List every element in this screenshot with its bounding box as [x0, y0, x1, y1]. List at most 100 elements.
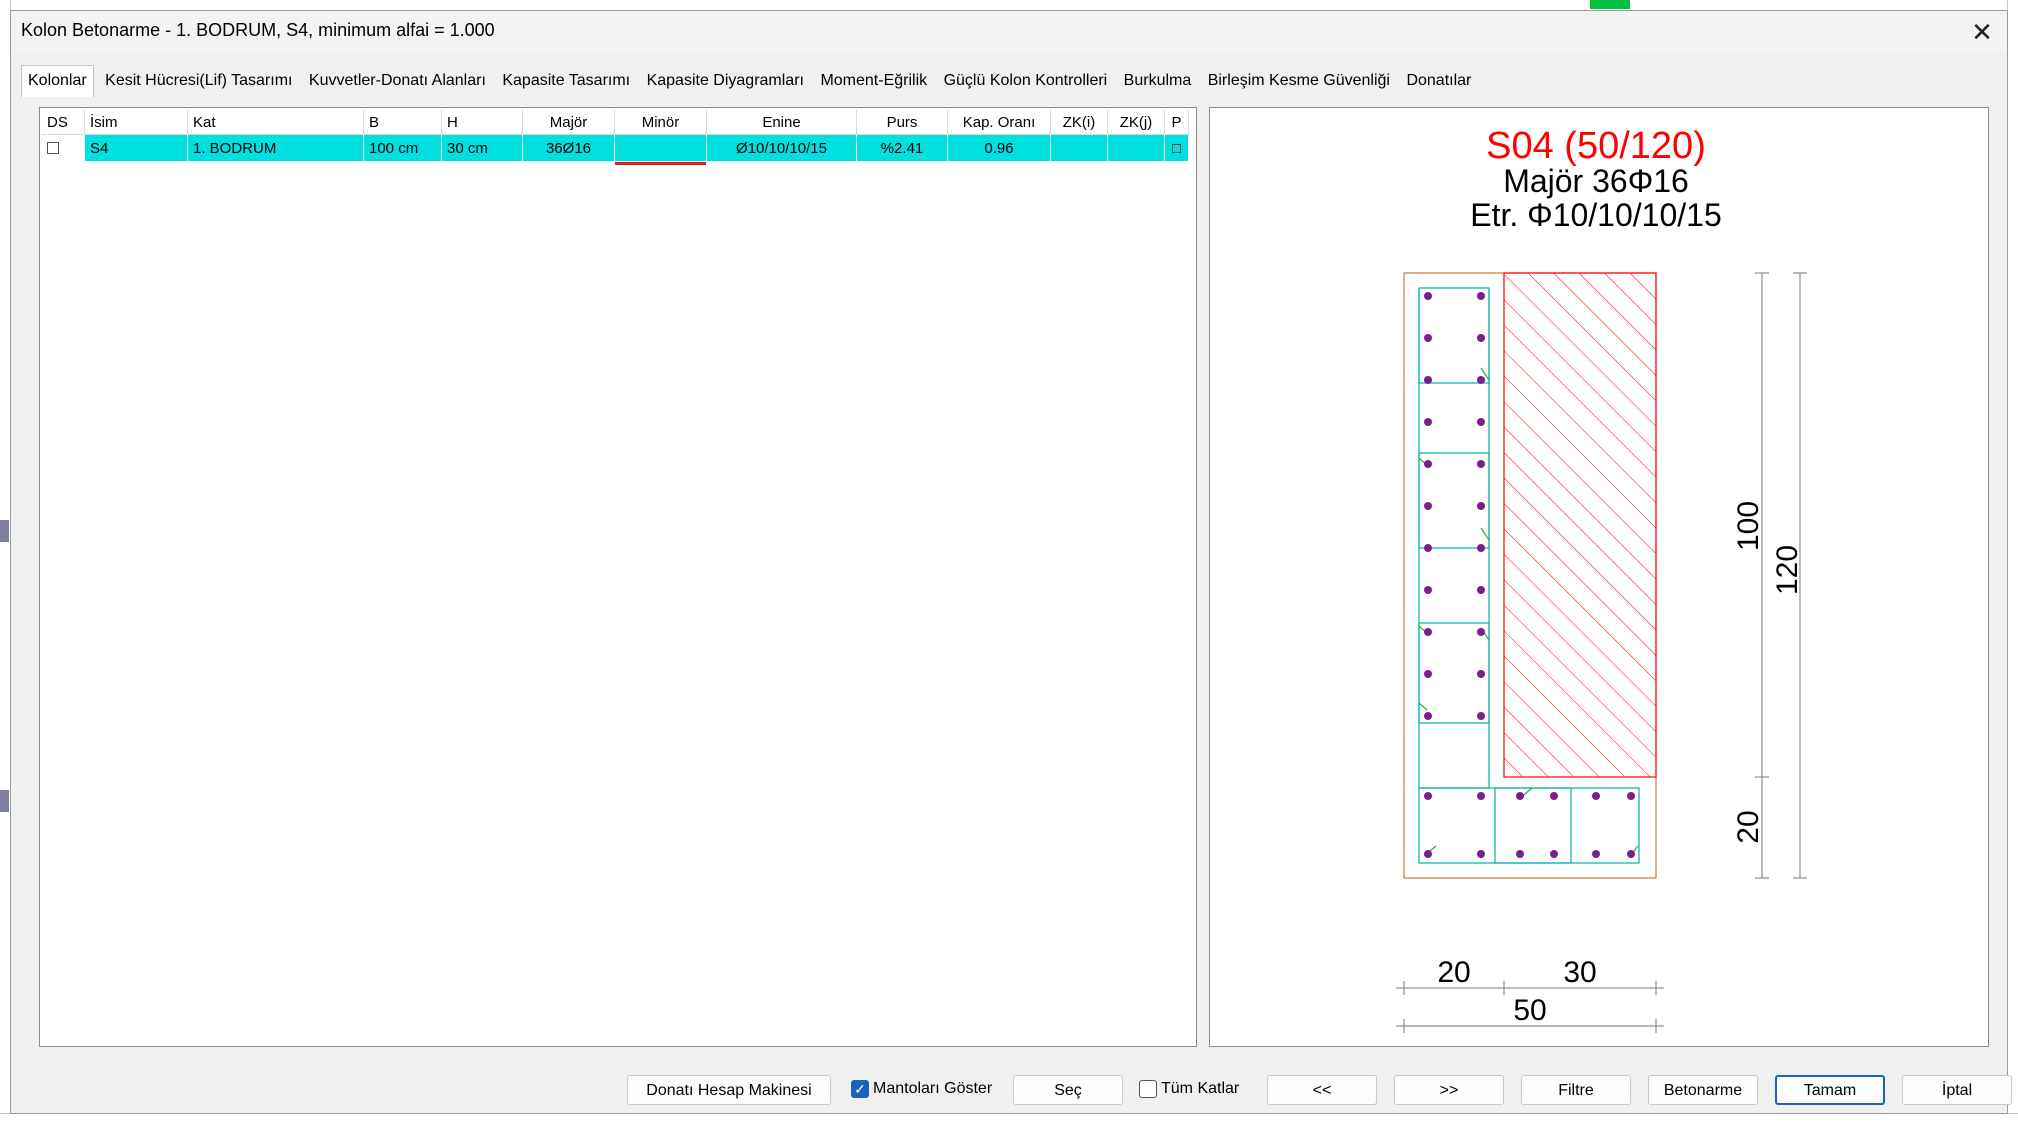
rebar [1477, 628, 1485, 636]
rebar [1424, 502, 1432, 510]
header-b[interactable]: B [363, 110, 442, 135]
filtre-button[interactable]: Filtre [1521, 1075, 1631, 1105]
tamam-button[interactable]: Tamam [1775, 1075, 1885, 1105]
rebar [1424, 670, 1432, 678]
donati-hesap-makinesi-button[interactable]: Donatı Hesap Makinesi [627, 1075, 831, 1105]
cell-b[interactable]: 100 cm [363, 134, 442, 161]
checkbox-checked-icon[interactable]: ✓ [851, 1079, 869, 1098]
close-icon[interactable]: ✕ [1965, 15, 1999, 49]
tab-burkulma[interactable]: Burkulma [1119, 65, 1197, 95]
ds-checkbox[interactable] [47, 141, 59, 154]
column-table-panel: DS İsim Kat B H Majör Minör Enine Purs K… [39, 107, 1197, 1047]
rebar [1627, 792, 1635, 800]
header-purs[interactable]: Purs [856, 110, 948, 135]
cell-zki[interactable] [1050, 134, 1108, 161]
rebar [1477, 460, 1485, 468]
tab-donatilar[interactable]: Donatılar [1401, 65, 1476, 95]
mantolari-goster-label: Mantoları Göster [873, 1080, 993, 1097]
rebar [1477, 502, 1485, 510]
section-drawing-panel: S04 (50/120) Majör 36Φ16 Etr. Φ10/10/10/… [1209, 107, 1989, 1047]
section-stirrup-label: Etr. Φ10/10/10/15 [1470, 197, 1721, 233]
cell-p[interactable]: □ [1164, 134, 1189, 161]
rebar [1477, 792, 1485, 800]
header-major[interactable]: Majör [522, 110, 615, 135]
rebar [1424, 418, 1432, 426]
kolon-betonarme-dialog: Kolon Betonarme - 1. BODRUM, S4, minimum… [10, 10, 2012, 1114]
header-kat[interactable]: Kat [187, 110, 364, 135]
rebar [1550, 792, 1558, 800]
rebar [1477, 334, 1485, 342]
rebar [1477, 544, 1485, 552]
betonarme-button[interactable]: Betonarme [1648, 1075, 1758, 1105]
rebar [1516, 792, 1524, 800]
rebar [1592, 850, 1600, 858]
tab-kapasite-diyagramlari[interactable]: Kapasite Diyagramları [642, 65, 809, 95]
cell-isim[interactable]: S4 [84, 134, 188, 161]
rebar [1424, 376, 1432, 384]
dim-bottom-height: 20 [1732, 810, 1765, 843]
tab-moment-egrilik[interactable]: Moment-Eğrilik [815, 65, 932, 95]
header-enine[interactable]: Enine [706, 110, 857, 135]
dim-total-height: 120 [1771, 545, 1804, 595]
sec-button[interactable]: Seç [1013, 1075, 1123, 1105]
cell-h[interactable]: 30 cm [441, 134, 523, 161]
column-section-drawing: S04 (50/120) Majör 36Φ16 Etr. Φ10/10/10/… [1396, 125, 1807, 1033]
cell-major[interactable]: 36Ø16 [522, 134, 615, 161]
table-row[interactable]: S4 1. BODRUM 100 cm 30 cm 36Ø16 Ø10/10/1… [42, 134, 1189, 165]
rebar [1424, 544, 1432, 552]
tab-kapasite-tasarimi[interactable]: Kapasite Tasarımı [497, 65, 635, 95]
header-isim[interactable]: İsim [84, 110, 188, 135]
cell-ds[interactable] [42, 134, 85, 161]
stirrup [1494, 787, 1572, 864]
iptal-button[interactable]: İptal [1902, 1075, 2012, 1105]
cell-purs[interactable]: %2.41 [856, 134, 948, 161]
dim-total-width: 50 [1513, 994, 1546, 1027]
rebar [1477, 586, 1485, 594]
rebar [1477, 292, 1485, 300]
dim-left-width: 20 [1437, 956, 1470, 989]
cell-enine[interactable]: Ø10/10/10/15 [706, 134, 857, 161]
header-minor[interactable]: Minör [614, 110, 707, 135]
hatched-existing-column [1503, 272, 1657, 778]
cell-kap-orani[interactable]: 0.96 [947, 134, 1051, 161]
rebar [1477, 850, 1485, 858]
table-header-row: DS İsim Kat B H Majör Minör Enine Purs K… [42, 110, 1189, 135]
stirrup [1418, 787, 1640, 864]
tab-guclu-kolon[interactable]: Güçlü Kolon Kontrolleri [939, 65, 1113, 95]
checkbox-unchecked-icon[interactable] [1139, 1079, 1157, 1098]
header-h[interactable]: H [441, 110, 523, 135]
window-title: Kolon Betonarme - 1. BODRUM, S4, minimum… [21, 20, 495, 40]
rebar [1627, 850, 1635, 858]
header-zki[interactable]: ZK(i) [1050, 110, 1108, 135]
rebar [1477, 670, 1485, 678]
mantolari-goster-checkbox[interactable]: ✓ Mantoları Göster [851, 1079, 992, 1099]
tab-birlesim-kesme[interactable]: Birleşim Kesme Güvenliği [1203, 65, 1395, 95]
background-right-strip [2007, 0, 2018, 1124]
tum-katlar-label: Tüm Katlar [1161, 1080, 1240, 1097]
rebar [1424, 586, 1432, 594]
background-green-indicator [1590, 0, 1630, 9]
previous-button[interactable]: << [1267, 1075, 1377, 1105]
tab-kesit-hucresi[interactable]: Kesit Hücresi(Lif) Tasarımı [100, 65, 297, 95]
rebar [1477, 418, 1485, 426]
header-ds[interactable]: DS [42, 110, 85, 135]
rebar [1550, 850, 1558, 858]
cell-minor[interactable] [614, 134, 707, 165]
header-p[interactable]: P [1164, 110, 1189, 135]
rebar [1424, 334, 1432, 342]
rebar [1477, 712, 1485, 720]
title-bar: Kolon Betonarme - 1. BODRUM, S4, minimum… [11, 11, 2007, 53]
rebar [1424, 292, 1432, 300]
tab-kuvvetler-donati[interactable]: Kuvvetler-Donatı Alanları [304, 65, 491, 95]
tum-katlar-checkbox[interactable]: Tüm Katlar [1139, 1079, 1239, 1099]
next-button[interactable]: >> [1394, 1075, 1504, 1105]
dim-right-width: 30 [1563, 956, 1596, 989]
header-kap-orani[interactable]: Kap. Oranı [947, 110, 1051, 135]
rebar [1424, 460, 1432, 468]
tab-kolonlar[interactable]: Kolonlar [21, 65, 94, 97]
cell-zkj[interactable] [1107, 134, 1165, 161]
cell-kat[interactable]: 1. BODRUM [187, 134, 364, 161]
header-zkj[interactable]: ZK(j) [1107, 110, 1165, 135]
rebar [1516, 850, 1524, 858]
rebar [1424, 850, 1432, 858]
